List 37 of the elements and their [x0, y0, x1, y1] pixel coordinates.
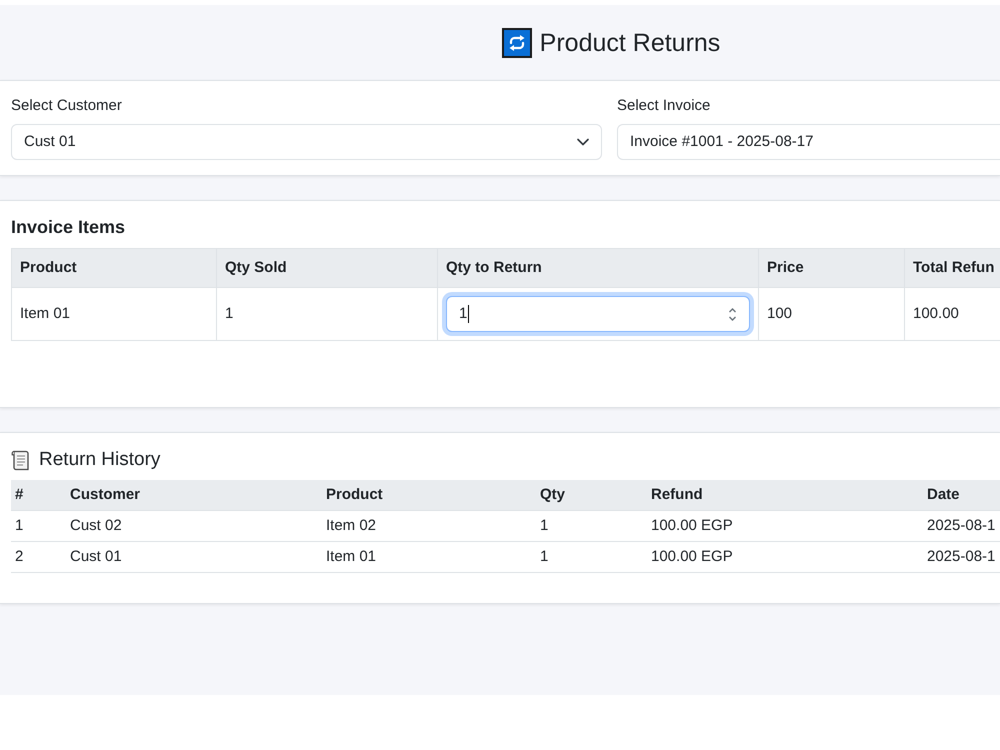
column-header: Qty to Return [438, 248, 758, 288]
dropdown-select[interactable]: Cust 01 [11, 124, 602, 160]
field-label: Select Customer [11, 96, 123, 116]
column-header: Product [12, 248, 216, 288]
table-cell: 1 [536, 510, 647, 542]
table-cell: 2 [11, 542, 66, 572]
column-header: Qty [536, 480, 647, 510]
column-header: Customer [66, 480, 322, 510]
table-cell: Item 01 [12, 288, 216, 340]
column-header: Refund [647, 480, 923, 510]
column-header: Product [322, 480, 536, 510]
table-cell: 100.00 EGP [647, 510, 923, 542]
field-label: Select Invoice [617, 96, 712, 116]
table-cell: Item 01 [322, 542, 536, 572]
column-header: Total Refun [904, 248, 1000, 288]
table-cell: 100 [758, 288, 904, 340]
table-cell: 1 [216, 288, 438, 340]
table-cell: 2025-08-1 [923, 542, 1000, 572]
table-cell: 100.00 EGP [647, 542, 923, 572]
table-cell: Cust 02 [66, 510, 322, 542]
column-header: Price [758, 248, 904, 288]
page-title: Product Returns [540, 28, 720, 58]
column-header: Qty Sold [216, 248, 438, 288]
column-header: # [11, 480, 66, 510]
column-header: Date [923, 480, 1000, 510]
table-cell: Item 02 [322, 510, 536, 542]
quantity-input[interactable]: 1 [446, 296, 750, 332]
table-cell: 1 [536, 542, 647, 572]
document-icon [11, 448, 31, 472]
section-title: Return History [39, 448, 160, 472]
table-cell: 2025-08-1 [923, 510, 1000, 542]
table-cell: 1 [11, 510, 66, 542]
dropdown-select[interactable]: Invoice #1001 - 2025-08-17 [617, 124, 1000, 160]
chevron-down-icon [577, 138, 589, 146]
repeat-arrows-icon [502, 28, 532, 58]
table-cell: Cust 01 [66, 542, 322, 572]
section-title: Invoice Items [11, 216, 126, 238]
